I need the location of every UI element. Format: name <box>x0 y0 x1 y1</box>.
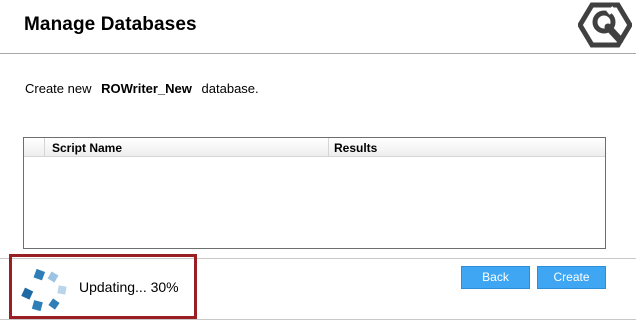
create-button[interactable]: Create <box>537 266 606 289</box>
status-text: Updating... 30% <box>79 279 179 295</box>
header-divider <box>0 53 636 54</box>
page-title: Manage Databases <box>24 14 197 35</box>
wrench-hexagon-icon <box>578 2 632 48</box>
loading-spinner-icon <box>21 269 67 312</box>
description-prefix: Create new <box>25 81 92 96</box>
back-button[interactable]: Back <box>461 266 530 289</box>
description-text: Create new ROWriter_New database. <box>25 81 259 96</box>
bottom-divider <box>0 319 636 320</box>
column-separator <box>328 138 329 156</box>
description-suffix: database. <box>201 81 259 96</box>
grid-header: Script Name Results <box>24 138 605 157</box>
database-name: ROWriter_New <box>101 81 192 96</box>
column-header-results[interactable]: Results <box>334 141 377 155</box>
scripts-grid[interactable]: Script Name Results <box>23 137 606 249</box>
column-header-script-name[interactable]: Script Name <box>52 141 122 155</box>
row-header-cell <box>24 138 45 156</box>
